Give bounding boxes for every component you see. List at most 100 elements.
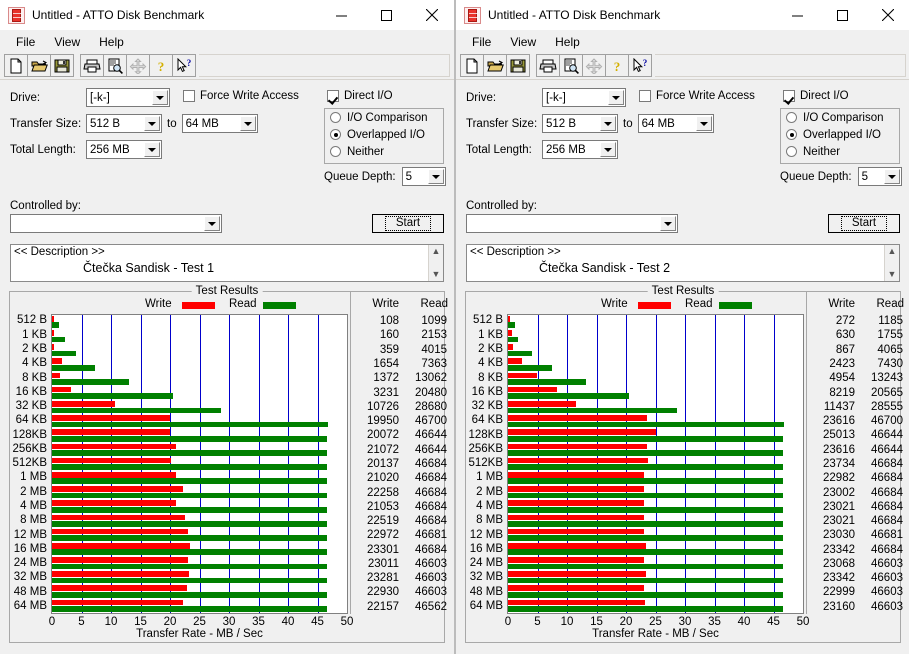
radio-button[interactable] <box>786 146 797 157</box>
checkbox-box[interactable] <box>327 90 339 102</box>
chart-bar-read <box>508 421 784 428</box>
titlebar[interactable]: Untitled - ATTO Disk Benchmark <box>0 0 454 30</box>
total-length-select[interactable]: 256 MB <box>86 140 162 159</box>
test-results-title: Test Results <box>191 285 263 297</box>
radio-button[interactable] <box>786 129 797 140</box>
io-mode-option-0[interactable]: I/O Comparison <box>325 109 443 126</box>
start-button[interactable]: Start <box>828 214 900 233</box>
chart-plot <box>507 314 804 614</box>
menu-item-view[interactable]: View <box>45 33 89 51</box>
chevron-down-icon[interactable] <box>152 90 168 105</box>
chart-bar-write <box>52 500 177 506</box>
description-scrollbar[interactable]: ▲ ▼ <box>428 245 443 281</box>
menu-item-file[interactable]: File <box>463 33 500 51</box>
cell-read: 46644 <box>871 443 903 456</box>
drive-select[interactable]: [-k-] <box>86 88 170 107</box>
chevron-down-icon[interactable] <box>608 90 624 105</box>
y-tick-label: 512KB <box>468 457 503 470</box>
legend-write-swatch <box>638 302 671 309</box>
toolbar-print-preview-button[interactable] <box>559 54 583 77</box>
toolbar-help-button[interactable]: ? <box>628 54 652 77</box>
chevron-down-icon[interactable] <box>239 116 256 131</box>
description-box[interactable]: << Description >> Čtečka Sandisk - Test 1… <box>10 244 444 282</box>
scroll-up-icon[interactable]: ▲ <box>432 247 441 256</box>
controlled-by-select[interactable] <box>10 214 222 233</box>
menu-item-help[interactable]: Help <box>90 33 133 51</box>
transfer-size-from-select[interactable]: 512 B <box>86 114 162 133</box>
chevron-down-icon[interactable] <box>144 142 160 157</box>
chevron-down-icon[interactable] <box>600 142 616 157</box>
description-scrollbar[interactable]: ▲ ▼ <box>884 245 899 281</box>
maximize-button[interactable] <box>364 0 409 30</box>
chevron-down-icon[interactable] <box>144 116 160 131</box>
io-mode-option-0[interactable]: I/O Comparison <box>781 109 899 126</box>
toolbar-open-button[interactable] <box>27 54 51 77</box>
chevron-down-icon[interactable] <box>695 116 712 131</box>
scroll-up-icon[interactable]: ▲ <box>888 247 897 256</box>
io-mode-option-1[interactable]: Overlapped I/O <box>781 126 899 143</box>
chart-bar-row <box>52 485 347 499</box>
scroll-down-icon[interactable]: ▼ <box>888 270 897 279</box>
chevron-down-icon[interactable] <box>883 169 900 184</box>
chevron-down-icon[interactable] <box>427 169 444 184</box>
io-mode-option-2[interactable]: Neither <box>781 143 899 160</box>
y-tick-label: 32 KB <box>15 400 47 413</box>
io-mode-option-1[interactable]: Overlapped I/O <box>325 126 443 143</box>
radio-button[interactable] <box>786 112 797 123</box>
open-icon <box>30 58 48 74</box>
radio-button[interactable] <box>330 112 341 123</box>
toolbar-print-preview-button[interactable] <box>103 54 127 77</box>
transfer-size-to-select[interactable]: 64 MB <box>637 114 714 133</box>
toolbar-save-button[interactable] <box>50 54 74 77</box>
menu-item-file[interactable]: File <box>7 33 44 51</box>
checkbox-box[interactable] <box>639 90 651 102</box>
toolbar-print-button[interactable] <box>80 54 104 77</box>
toolbar-print-button[interactable] <box>536 54 560 77</box>
controlled-by-select[interactable] <box>466 214 678 233</box>
toolbar-move-button[interactable] <box>582 54 606 77</box>
drive-select[interactable]: [-k-] <box>542 88 626 107</box>
start-button[interactable]: Start <box>372 214 444 233</box>
toolbar-save-button[interactable] <box>506 54 530 77</box>
menu-item-view[interactable]: View <box>501 33 545 51</box>
checkbox-box[interactable] <box>183 90 195 102</box>
close-button[interactable] <box>409 0 454 30</box>
chevron-down-icon[interactable] <box>660 216 676 231</box>
titlebar[interactable]: Untitled - ATTO Disk Benchmark <box>456 0 909 30</box>
maximize-button[interactable] <box>820 0 865 30</box>
toolbar-open-button[interactable] <box>483 54 507 77</box>
toolbar-move-button[interactable] <box>126 54 150 77</box>
io-mode-option-2[interactable]: Neither <box>325 143 443 160</box>
menu-item-help[interactable]: Help <box>546 33 589 51</box>
cell-read: 20565 <box>871 386 903 399</box>
chevron-down-icon[interactable] <box>600 116 616 131</box>
force-write-access-checkbox[interactable]: Force Write Access <box>639 90 755 102</box>
close-button[interactable] <box>865 0 909 30</box>
table-row: 23616 46644 <box>807 443 907 457</box>
queue-depth-select[interactable]: 5 <box>401 167 446 186</box>
checkbox-box[interactable] <box>783 90 795 102</box>
transfer-size-from-select[interactable]: 512 B <box>542 114 618 133</box>
queue-depth-select[interactable]: 5 <box>857 167 902 186</box>
description-box[interactable]: << Description >> Čtečka Sandisk - Test 2… <box>466 244 900 282</box>
toolbar-about-button[interactable]: ? <box>149 54 173 77</box>
table-row: 23002 46684 <box>807 485 907 499</box>
total-length-select[interactable]: 256 MB <box>542 140 618 159</box>
chevron-down-icon[interactable] <box>204 216 220 231</box>
radio-button[interactable] <box>330 129 341 140</box>
scroll-down-icon[interactable]: ▼ <box>432 270 441 279</box>
toolbar-new-button[interactable] <box>460 54 484 77</box>
toolbar-help-button[interactable]: ? <box>172 54 196 77</box>
column-header-read: Read <box>420 298 449 310</box>
cell-read: 46684 <box>415 515 447 528</box>
cell-write: 23281 <box>367 572 399 585</box>
transfer-size-to-select[interactable]: 64 MB <box>181 114 258 133</box>
force-write-access-checkbox[interactable]: Force Write Access <box>183 90 299 102</box>
toolbar-new-button[interactable] <box>4 54 28 77</box>
direct-io-checkbox[interactable]: Direct I/O <box>327 90 393 102</box>
minimize-button[interactable] <box>319 0 364 30</box>
toolbar-about-button[interactable]: ? <box>605 54 629 77</box>
radio-button[interactable] <box>330 146 341 157</box>
minimize-button[interactable] <box>775 0 820 30</box>
direct-io-checkbox[interactable]: Direct I/O <box>783 90 849 102</box>
